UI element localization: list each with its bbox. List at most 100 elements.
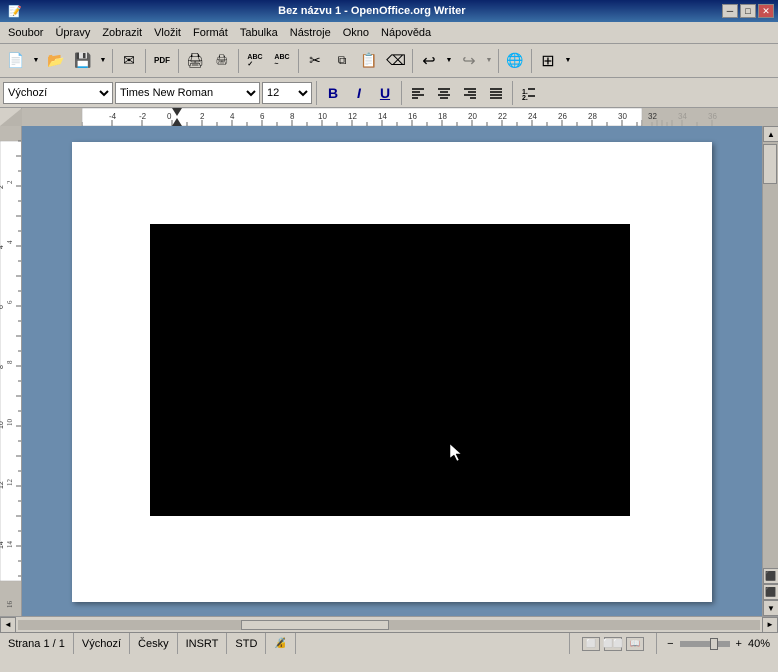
selection-mode-status[interactable]: STD [227,633,266,654]
bold-button[interactable]: B [321,82,345,104]
svg-text:14: 14 [378,112,387,121]
maximize-button[interactable]: □ [740,4,756,18]
align-left-button[interactable] [406,82,430,104]
svg-text:16: 16 [408,112,417,121]
save-dropdown[interactable]: ▼ [97,48,109,74]
menu-napoveda[interactable]: Nápověda [375,22,437,43]
erase-button[interactable]: ⌫ [383,48,409,74]
main-area: 2 4 6 8 10 12 [0,126,778,616]
export-pdf-button[interactable]: PDF [149,48,175,74]
menu-bar: Soubor Úpravy Zobrazit Vložit Formát Tab… [0,22,778,44]
cut-button[interactable]: ✂ [302,48,328,74]
menu-zobrazit[interactable]: Zobrazit [96,22,148,43]
table-button[interactable]: ⊞ [535,48,561,74]
separator-fmt1 [316,81,317,105]
font-select[interactable]: Times New Roman [115,82,260,104]
vertical-scrollbar[interactable]: ▲ ⬛ ⬛ ▼ [762,126,778,616]
svg-text:24: 24 [528,112,537,121]
redo-dropdown[interactable]: ▼ [483,48,495,74]
zoom-slider[interactable] [680,641,730,647]
menu-okno[interactable]: Okno [337,22,375,43]
separator3 [178,49,179,73]
copy-icon: ⧉ [338,53,347,68]
separator6 [412,49,413,73]
scroll-thumb-h[interactable] [241,620,389,630]
print-preview-button[interactable]: 🖨 [209,48,235,74]
print-button[interactable]: 🖨 [182,48,208,74]
svg-text:8: 8 [290,112,295,121]
embedded-object[interactable] [150,224,630,516]
zoom-level: 40% [748,638,770,650]
align-right-button[interactable] [458,82,482,104]
scroll-left-button[interactable]: ◄ [0,617,16,633]
document-area[interactable] [22,126,762,616]
svg-text:12: 12 [0,481,5,489]
redo-button[interactable]: ↪ [456,48,482,74]
ruler-horizontal: -4 -2 2 4 6 8 10 12 14 16 18 [22,108,778,126]
hyperlink-button[interactable]: 🌐 [502,48,528,74]
style-select[interactable]: Výchozí [3,82,113,104]
undo-button[interactable]: ↩ [416,48,442,74]
table-dropdown[interactable]: ▼ [562,48,574,74]
numbering-button[interactable]: 1.2. [517,82,541,104]
svg-text:2.: 2. [522,95,528,100]
paste-button[interactable]: 📋 [356,48,382,74]
svg-text:4: 4 [6,240,14,244]
scroll-down-button[interactable]: ▼ [763,600,778,616]
horizontal-scrollbar[interactable]: ◄ ► [0,616,778,632]
toolbar1: 📄 ▼ 📂 💾 ▼ ✉ PDF 🖨 🖨 ABC✓ ABC~ ✂ ⧉ 📋 ⌫ ↩ … [0,44,778,78]
separator-fmt2 [401,81,402,105]
close-button[interactable]: ✕ [758,4,774,18]
undo-icon: ↩ [422,51,435,71]
status-bar: Strana 1 / 1 Výchozí Česky INSRT STD 🔏 ⬜… [0,632,778,654]
svg-text:26: 26 [558,112,567,121]
print-preview-icon: 🖨 [216,55,229,66]
svg-text:6: 6 [260,112,265,121]
scroll-track-h[interactable] [18,620,760,630]
menu-format[interactable]: Formát [187,22,234,43]
autocorrect-button[interactable]: ABC~ [269,48,295,74]
undo-dropdown[interactable]: ▼ [443,48,455,74]
cut-icon: ✂ [309,52,321,69]
scroll-page-up[interactable]: ⬛ [763,568,778,584]
zoom-plus-button[interactable]: + [734,638,744,650]
view-book-button[interactable]: 📖 [626,637,644,651]
menu-soubor[interactable]: Soubor [2,22,49,43]
scroll-up-button[interactable]: ▲ [763,126,778,142]
spellcheck-button[interactable]: ABC✓ [242,48,268,74]
svg-text:8: 8 [6,360,14,364]
align-center-button[interactable] [432,82,456,104]
scroll-page-down[interactable]: ⬛ [763,584,778,600]
underline-button[interactable]: U [373,82,397,104]
size-select[interactable]: 12 [262,82,312,104]
svg-text:10: 10 [0,421,5,429]
menu-upravy[interactable]: Úpravy [49,22,96,43]
separator2 [145,49,146,73]
menu-tabulka[interactable]: Tabulka [234,22,284,43]
scroll-right-button[interactable]: ► [762,617,778,633]
view-single-page-button[interactable]: ⬜ [582,637,600,651]
svg-text:4: 4 [230,112,235,121]
spellcheck-icon: ABC✓ [247,54,262,68]
save-button[interactable]: 💾 [70,48,96,74]
italic-button[interactable]: I [347,82,371,104]
menu-vlozit[interactable]: Vložit [148,22,187,43]
scroll-thumb-v[interactable] [763,144,777,184]
svg-text:14: 14 [6,541,14,549]
toolbar2-formatting: Výchozí Times New Roman 12 B I U 1.2. [0,78,778,108]
copy-button[interactable]: ⧉ [329,48,355,74]
view-multi-page-button[interactable]: ⬜⬜ [604,637,622,651]
new-dropdown[interactable]: ▼ [30,48,42,74]
minimize-button[interactable]: ─ [722,4,738,18]
email-button[interactable]: ✉ [116,48,142,74]
align-right-icon [463,86,477,100]
scroll-track-v[interactable] [763,142,778,568]
new-button[interactable]: 📄 [3,48,29,74]
separator-fmt3 [512,81,513,105]
svg-text:0: 0 [167,112,172,121]
open-button[interactable]: 📂 [43,48,69,74]
menu-nastroje[interactable]: Nástroje [284,22,337,43]
insert-mode-status[interactable]: INSRT [178,633,228,654]
align-justify-button[interactable] [484,82,508,104]
zoom-minus-button[interactable]: − [665,638,675,650]
